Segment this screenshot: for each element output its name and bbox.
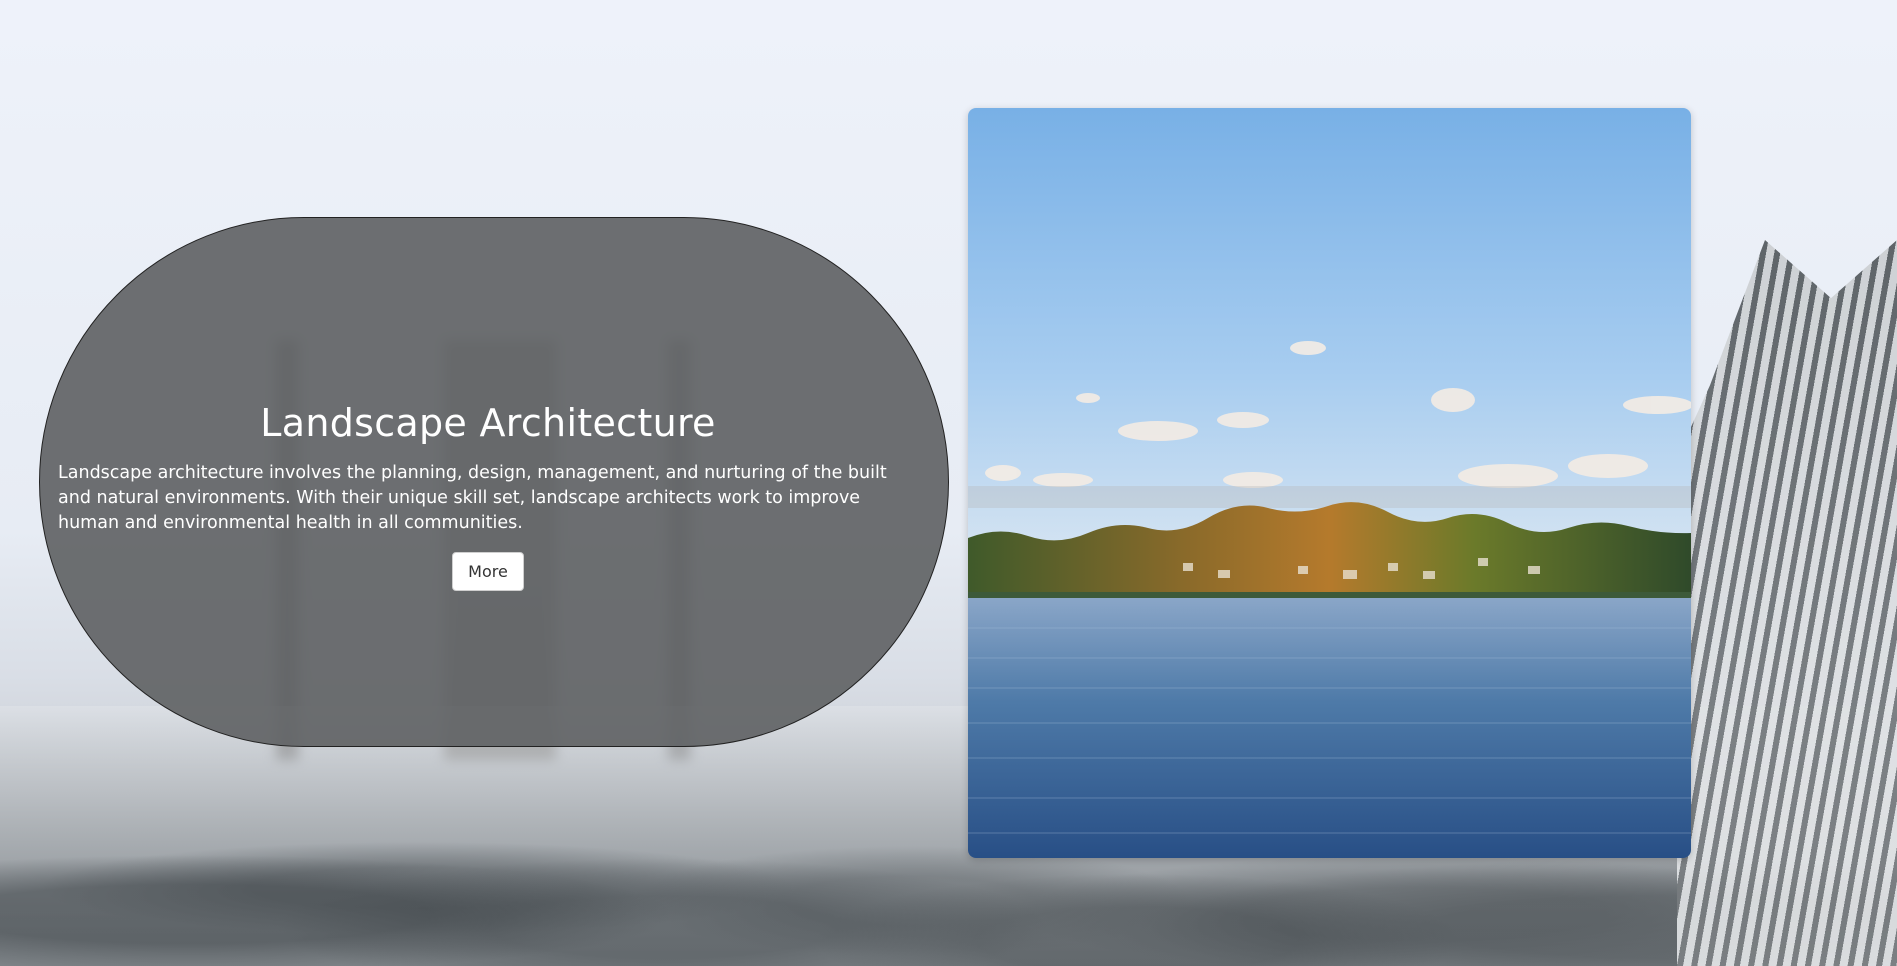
lake-photo [968, 108, 1691, 858]
lake-photo-image [968, 108, 1691, 858]
card-title: Landscape Architecture [260, 401, 716, 445]
info-card-content: Landscape Architecture Landscape archite… [58, 401, 918, 591]
background-cliff [1677, 240, 1897, 966]
more-button[interactable]: More [452, 552, 524, 591]
card-description: Landscape architecture involves the plan… [58, 463, 887, 533]
info-card: Landscape Architecture Landscape archite… [39, 217, 949, 747]
